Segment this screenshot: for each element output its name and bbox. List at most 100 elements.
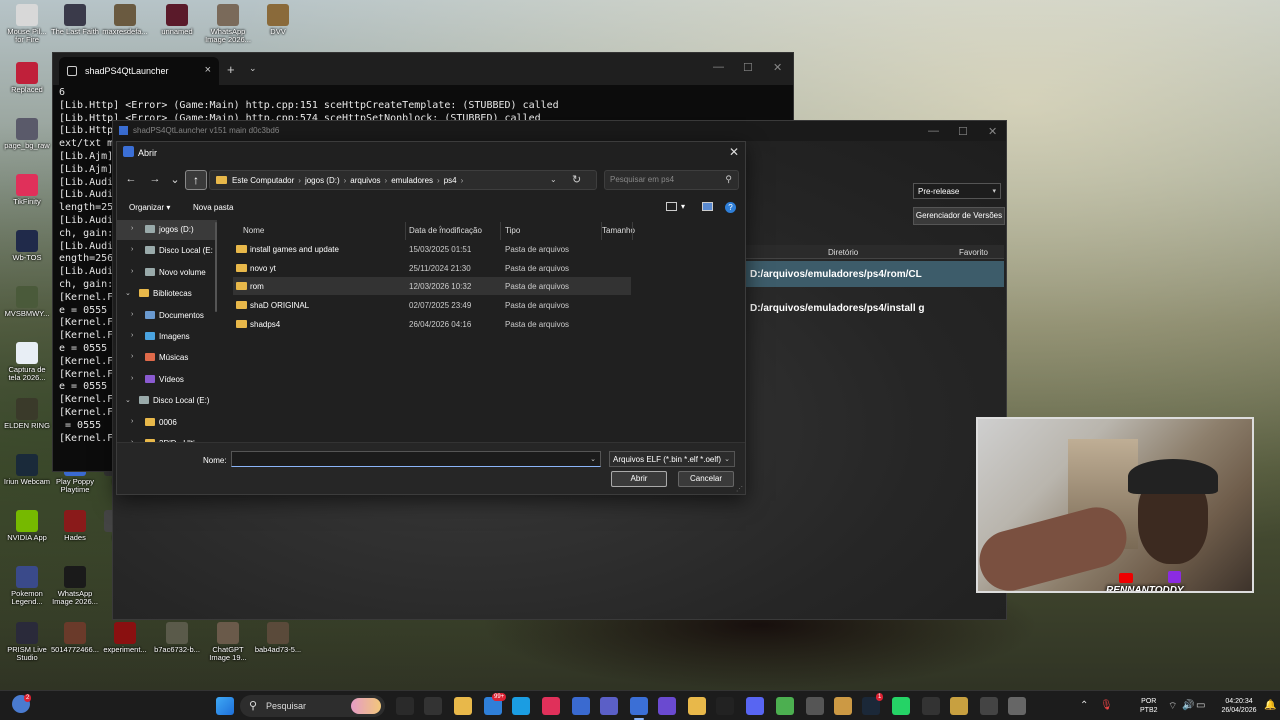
desktop-icon[interactable]: page_bg_raw <box>2 118 52 150</box>
desktop-icon[interactable]: WhatsApp Image 2026... <box>203 4 253 44</box>
widget-icon[interactable] <box>922 697 940 715</box>
resize-grip-icon[interactable]: ⋰ <box>736 485 743 493</box>
chevron-down-icon[interactable]: ⌄ <box>550 175 557 184</box>
desktop-icon[interactable]: experiment... <box>100 622 150 654</box>
breadcrumb-item[interactable]: emuladores <box>391 176 433 185</box>
desktop-icon[interactable]: 5014772466... <box>50 622 100 654</box>
minimize-button[interactable]: — <box>713 61 724 73</box>
whatsapp-icon[interactable] <box>892 697 910 715</box>
recent-locations-icon[interactable]: ⌄ <box>167 173 183 187</box>
chevron-down-icon[interactable]: ▾ <box>681 202 685 211</box>
teams-icon[interactable] <box>600 697 618 715</box>
column-size[interactable]: Tamanho <box>602 226 635 235</box>
search-app-icon[interactable] <box>396 697 414 715</box>
nav-tree-item[interactable]: › jogos (D:) <box>117 220 217 240</box>
preview-pane-icon[interactable] <box>702 202 713 211</box>
tiktok-icon[interactable] <box>542 697 560 715</box>
chevron-up-icon[interactable]: ⌃ <box>1080 700 1088 711</box>
open-file-dialog[interactable]: Abrir ✕ ← → ⌄ ↑ Este Computador › jogos (D… <box>116 141 746 495</box>
chevron-right-icon[interactable]: › <box>131 225 133 232</box>
chevron-right-icon[interactable]: › <box>131 311 133 318</box>
launcher-minimize-button[interactable]: — <box>928 125 939 137</box>
file-name-input[interactable]: ⌄ <box>231 451 601 467</box>
file-row[interactable]: shaD ORIGINAL 02/07/2025 23:49 Pasta de ar… <box>233 296 631 314</box>
chevron-right-icon[interactable]: › <box>131 332 133 339</box>
gamepad-icon[interactable] <box>950 697 968 715</box>
desktop-icon[interactable]: MVSBMWY... <box>2 286 52 318</box>
nav-tree-item[interactable]: › 0006 <box>117 413 217 433</box>
version-manager-button[interactable]: Gerenciador de Versões <box>913 207 1005 225</box>
desktop-icon[interactable]: ELDEN RING <box>2 398 52 430</box>
organize-button[interactable]: Organizar ▾ <box>129 203 170 212</box>
nav-tree-item[interactable]: › Novo volume <box>117 263 217 283</box>
desktop-icon[interactable]: b7ac6732-b... <box>152 622 202 654</box>
desktop-icon[interactable]: Mouse Pil... for Fire <box>2 4 52 44</box>
close-icon[interactable]: ✕ <box>729 145 739 159</box>
edit-icon[interactable] <box>834 697 852 715</box>
address-bar[interactable]: Este Computador › jogos (D:) › arquivos › emul… <box>209 170 597 190</box>
open-button[interactable]: Abrir <box>611 471 667 487</box>
notification-bell-icon[interactable]: 🔔 <box>1264 700 1276 711</box>
desktop-icon[interactable]: unnamed <box>152 4 202 36</box>
forward-arrow-icon[interactable]: → <box>147 173 163 187</box>
language-indicator[interactable]: POR PTB2 <box>1140 697 1158 715</box>
file-row[interactable]: install games and update 15/03/2025 01:51… <box>233 240 631 258</box>
settings-icon[interactable] <box>806 697 824 715</box>
help-icon[interactable]: ? <box>725 202 736 213</box>
breadcrumb-item[interactable]: jogos (D:) <box>305 176 340 185</box>
column-divider[interactable] <box>405 222 406 240</box>
file-row[interactable]: rom 12/03/2026 10:32 Pasta de arquivos <box>233 277 631 296</box>
obs-icon[interactable] <box>658 697 676 715</box>
edge-icon[interactable] <box>512 697 530 715</box>
chevron-down-icon[interactable]: ⌄ <box>125 396 131 404</box>
desktop-icon[interactable]: The Last Faith <box>50 4 100 36</box>
game-row[interactable]: D:/arquivos/emuladores/ps4/rom/CL <box>746 261 1004 287</box>
column-favorite[interactable]: Favorito <box>959 248 988 257</box>
breadcrumb-item[interactable]: ps4 <box>444 176 457 185</box>
chevron-down-icon[interactable]: ⌄ <box>125 289 131 297</box>
launcher-close-button[interactable]: ✕ <box>988 125 997 138</box>
file-type-filter[interactable]: Arquivos ELF (*.bin *.elf *.oelf) ⌄ <box>609 451 735 467</box>
windows-start-icon[interactable] <box>216 697 234 715</box>
file-explorer-icon[interactable] <box>454 697 472 715</box>
app-icon[interactable] <box>980 697 998 715</box>
scrollbar[interactable] <box>215 222 217 312</box>
desktop-icon[interactable]: bab4ad73-5... <box>253 622 303 654</box>
nav-tree-item[interactable]: › Músicas <box>117 348 217 368</box>
nav-tree-item[interactable]: ⌄ Bibliotecas <box>117 284 217 304</box>
breadcrumb-item[interactable]: arquivos <box>350 176 380 185</box>
desktop-icon[interactable]: TikFinity <box>2 174 52 206</box>
desktop-icon[interactable]: PRISM Live Studio <box>2 622 52 662</box>
maximize-button[interactable]: ☐ <box>743 61 753 74</box>
cancel-button[interactable]: Cancelar <box>678 471 734 487</box>
chatgpt-icon[interactable] <box>424 697 442 715</box>
wifi-icon[interactable]: ⌔ <box>1168 700 1177 713</box>
nav-tree-item[interactable]: ⌄ Disco Local (E:) <box>117 391 217 411</box>
file-row[interactable]: novo yt 25/11/2024 21:30 Pasta de arquivos <box>233 259 631 277</box>
desktop-icon[interactable]: Replaced <box>2 62 52 94</box>
desktop-icon[interactable]: maxresdefa... <box>100 4 150 36</box>
desktop-icon[interactable]: Pokemon Legend... <box>2 566 52 606</box>
chevron-right-icon[interactable]: › <box>131 353 133 360</box>
desktop-icon[interactable]: Wb-TOS <box>2 230 52 262</box>
chevron-down-icon[interactable]: ⌄ <box>590 455 596 463</box>
nav-tree-item[interactable]: › Imagens <box>117 327 217 347</box>
desktop-icon[interactable]: Iriun Webcam <box>2 454 52 486</box>
terminal-tab[interactable]: shadPS4QtLauncher × <box>59 57 219 85</box>
battery-icon[interactable]: ▭ <box>1196 700 1205 711</box>
chrome-icon[interactable] <box>776 697 794 715</box>
chevron-right-icon[interactable]: › <box>131 418 133 425</box>
new-tab-button[interactable]: + <box>227 62 235 77</box>
chevron-right-icon[interactable]: › <box>131 246 133 253</box>
column-divider[interactable] <box>632 222 633 240</box>
chevron-right-icon[interactable]: › <box>131 268 133 275</box>
close-button[interactable]: ✕ <box>773 61 782 74</box>
desktop-icon[interactable]: Captura de tela 2026... <box>2 342 52 382</box>
search-input[interactable] <box>610 175 720 184</box>
tab-dropdown-button[interactable]: ⌄ <box>249 63 257 74</box>
volume-icon[interactable]: 🔊 <box>1182 700 1194 711</box>
breadcrumb-item[interactable]: Este Computador <box>232 176 294 185</box>
settings-icon[interactable] <box>1008 697 1026 715</box>
release-channel-select[interactable]: Pre-release ▾ <box>913 183 1001 199</box>
back-arrow-icon[interactable]: ← <box>123 173 139 187</box>
